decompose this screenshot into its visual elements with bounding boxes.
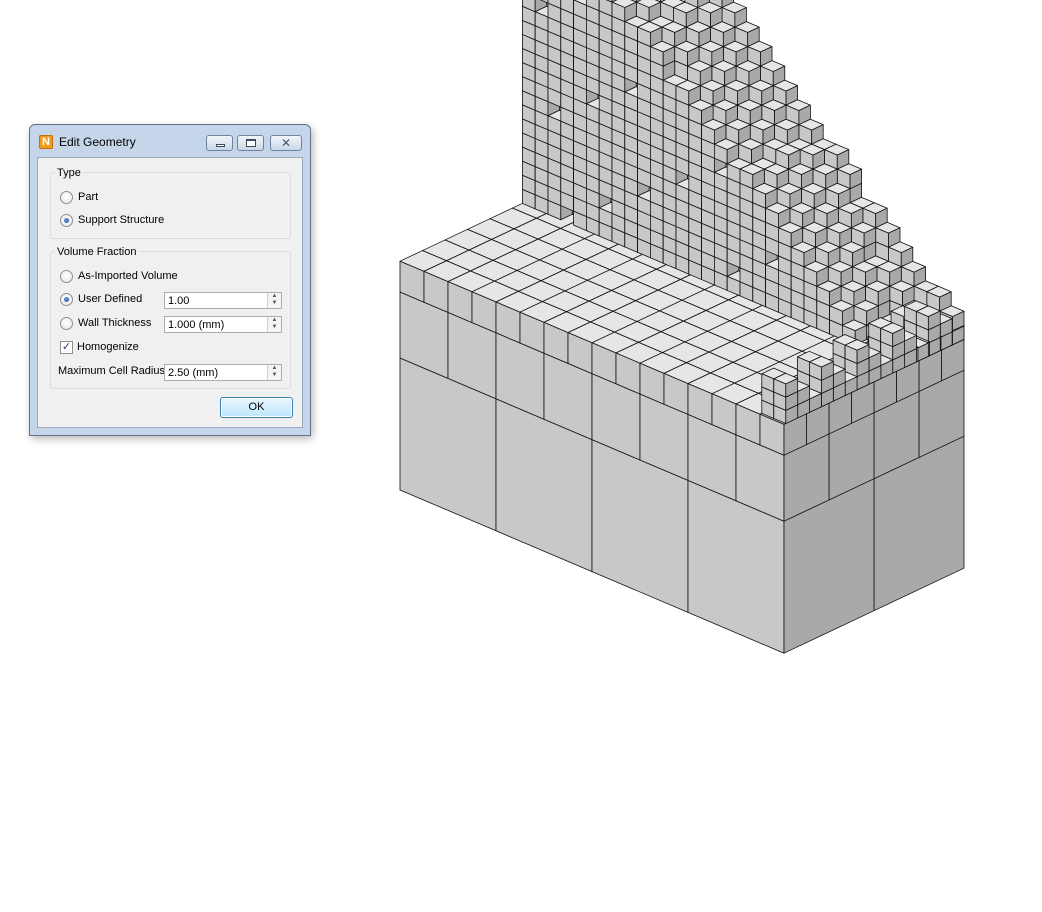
voxel-support-mesh (399, 0, 965, 654)
